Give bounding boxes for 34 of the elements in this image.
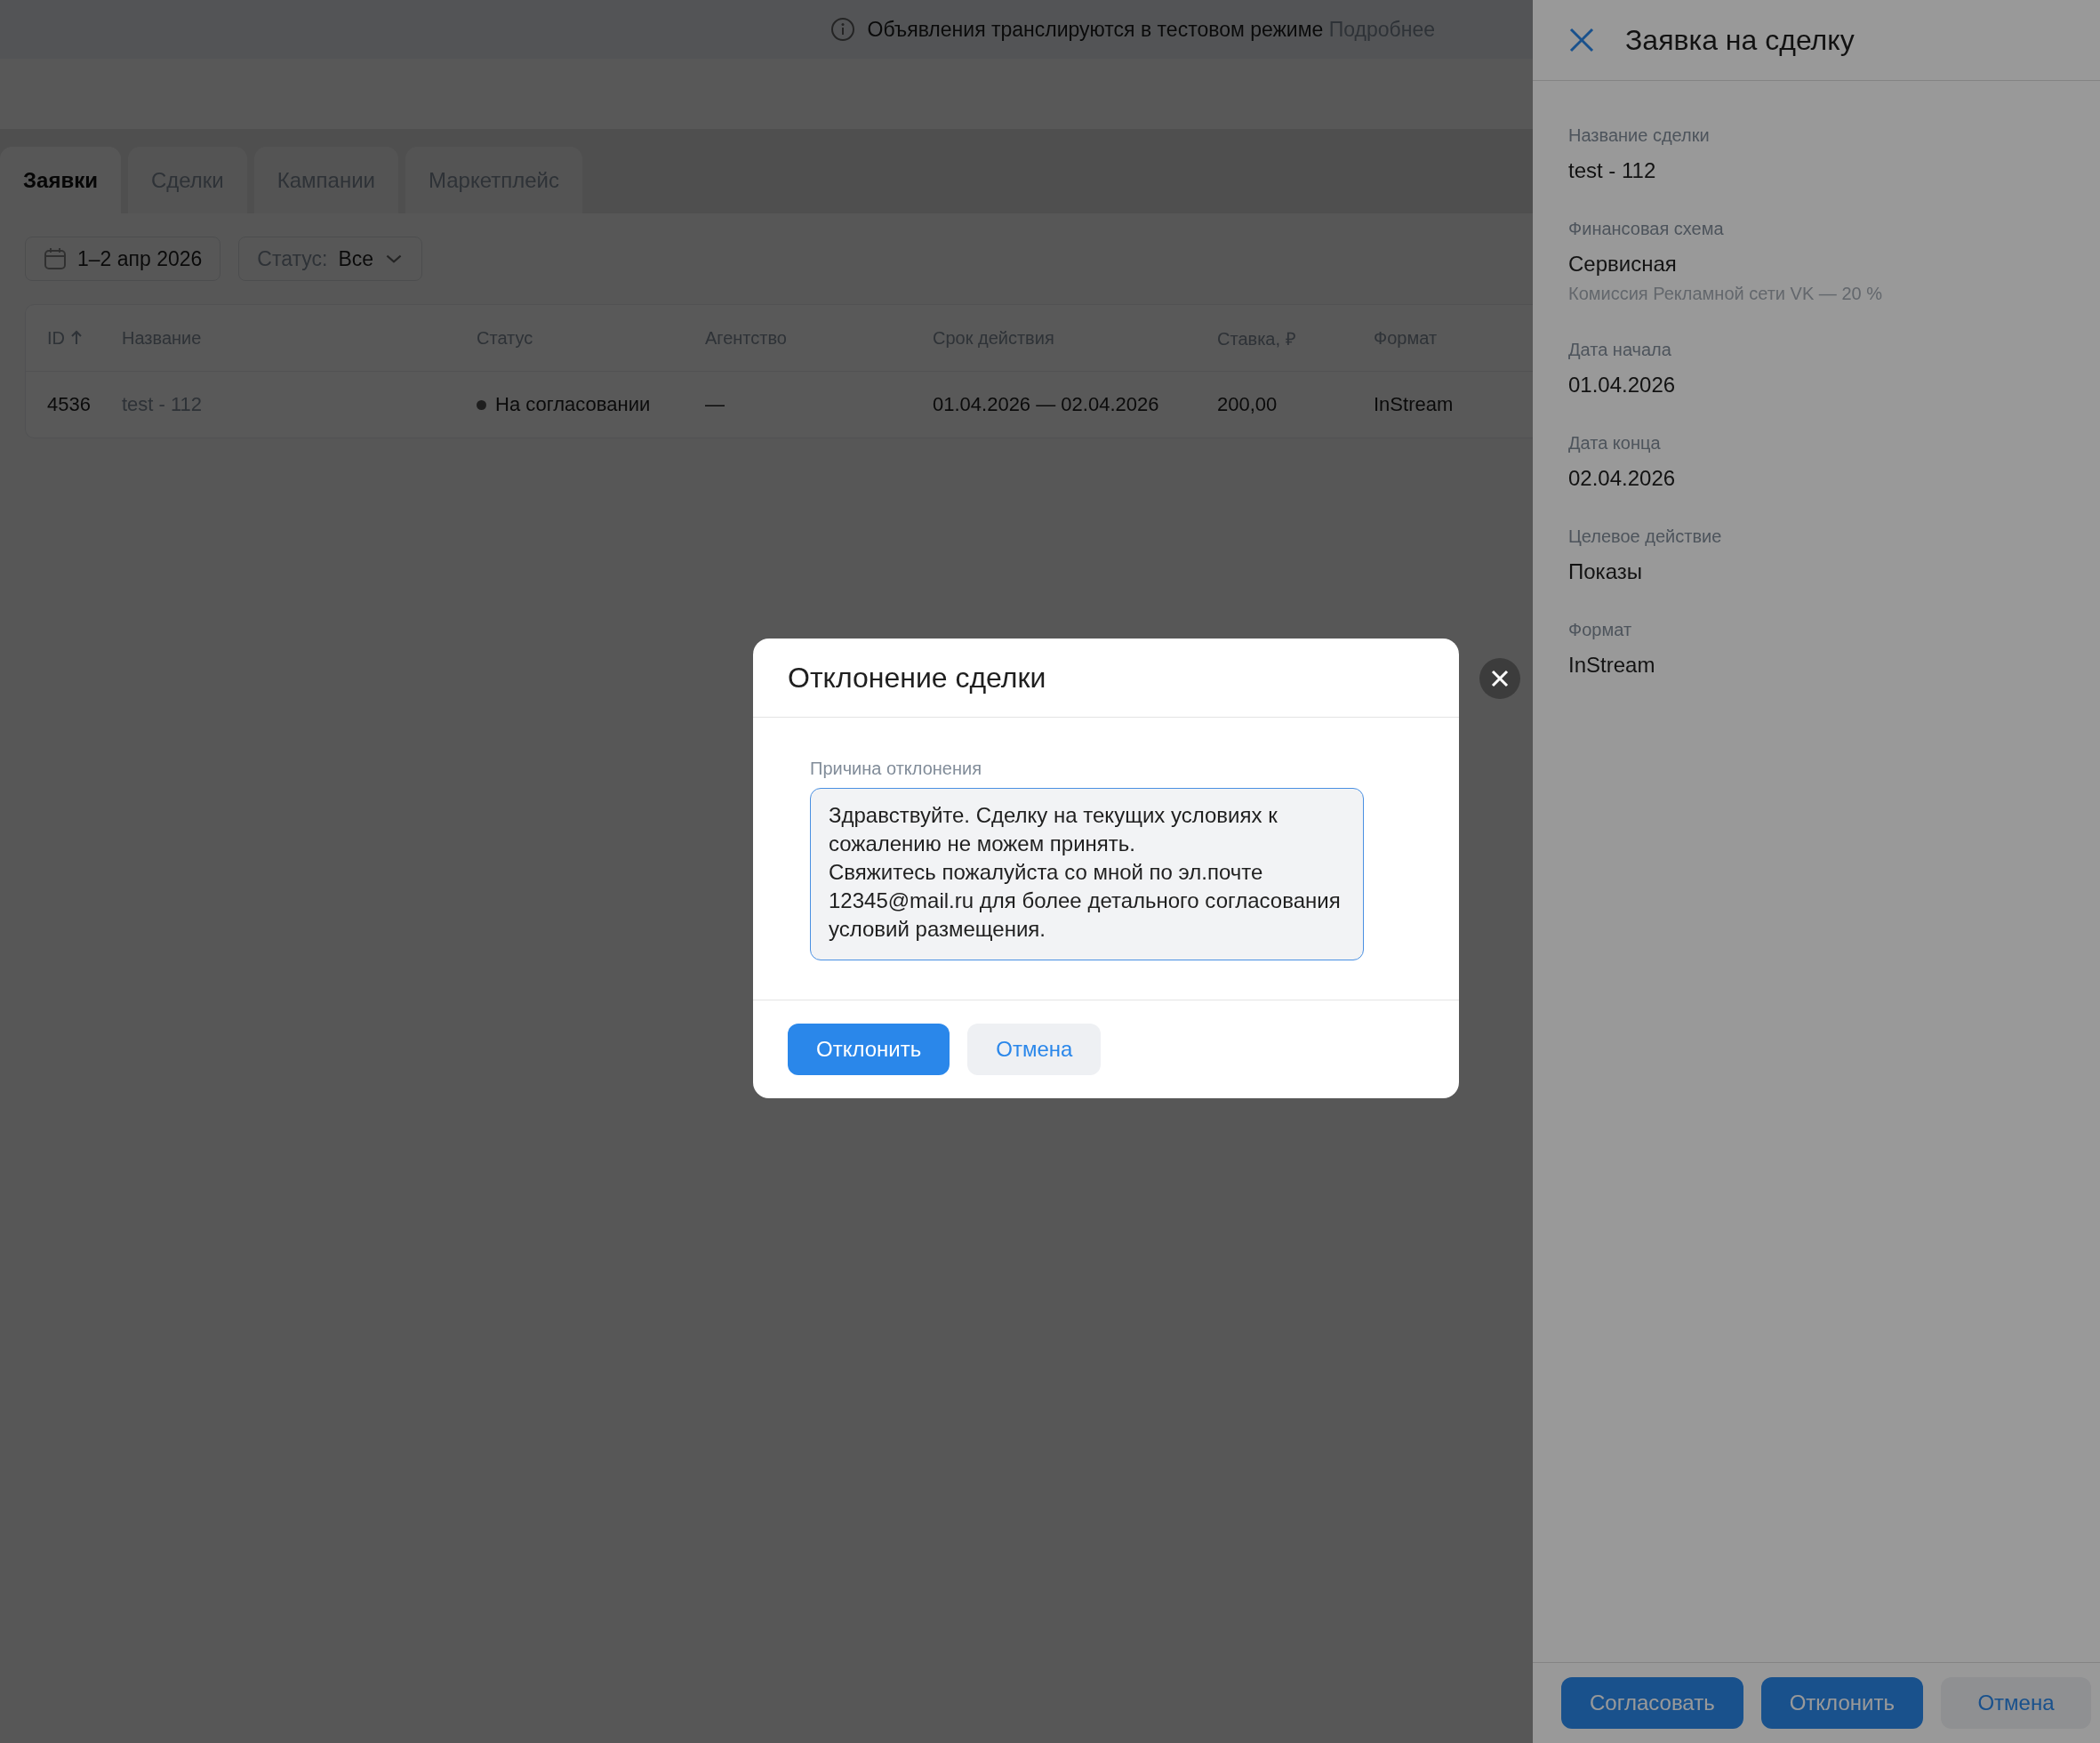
table-cell-text: 01.04.2026 — 02.04.2026 bbox=[933, 393, 1160, 416]
drawer-title: Заявка на сделку bbox=[1625, 23, 1855, 57]
field-label: Название сделки bbox=[1568, 125, 1711, 146]
close-icon[interactable] bbox=[1568, 27, 1595, 53]
table-cell-text: — bbox=[705, 393, 725, 416]
field-value: Сервисная bbox=[1568, 252, 1678, 277]
modal-title: Отклонение сделки bbox=[788, 661, 1046, 695]
field-label: Целевое действие bbox=[1568, 526, 1723, 547]
reason-field[interactable]: Здравствуйте. Сделку на текущих условиях к сожалению не можем принять. Свяжитесь пожалуйста со мной по эл.почте 12345@mail.ru для более детального согласования условий размещения. bbox=[810, 788, 1364, 960]
status-dot-icon bbox=[477, 399, 486, 410]
table-cell-text: InStream bbox=[1374, 393, 1455, 416]
table-cell-text: 200,00 bbox=[1217, 393, 1278, 416]
action-button[interactable]: Согласовать bbox=[1561, 1677, 1743, 1729]
action-button[interactable]: Отклонить bbox=[1760, 1677, 1923, 1729]
calendar-icon bbox=[44, 247, 67, 270]
field-label: Причина отклонения bbox=[810, 759, 983, 779]
status-cell: На согласовании bbox=[477, 393, 705, 416]
field-value: test - 112 bbox=[1568, 158, 1657, 183]
field-value: 02.04.2026 bbox=[1568, 466, 1677, 491]
field-value: Показы bbox=[1568, 559, 1643, 584]
field-value: InStream bbox=[1568, 653, 1656, 678]
info-icon bbox=[830, 17, 855, 42]
table-cell-text: 4536 bbox=[47, 393, 92, 416]
field-label: Формат bbox=[1568, 620, 1633, 640]
tab[interactable]: Заявки bbox=[0, 147, 121, 213]
field-value: 01.04.2026 bbox=[1568, 373, 1677, 398]
date-range-button[interactable]: 1–2 апр 2026 bbox=[25, 237, 221, 281]
close-icon bbox=[1491, 670, 1509, 687]
field-label: Финансовая схема bbox=[1568, 219, 1725, 239]
reject-button[interactable]: Отклонить bbox=[788, 1024, 950, 1075]
field-label: Дата конца bbox=[1568, 433, 1662, 454]
cancel-button[interactable]: Отмена bbox=[1940, 1677, 2091, 1729]
field-label: Дата начала bbox=[1568, 340, 1672, 360]
cancel-button[interactable]: Отмена bbox=[967, 1024, 1102, 1075]
